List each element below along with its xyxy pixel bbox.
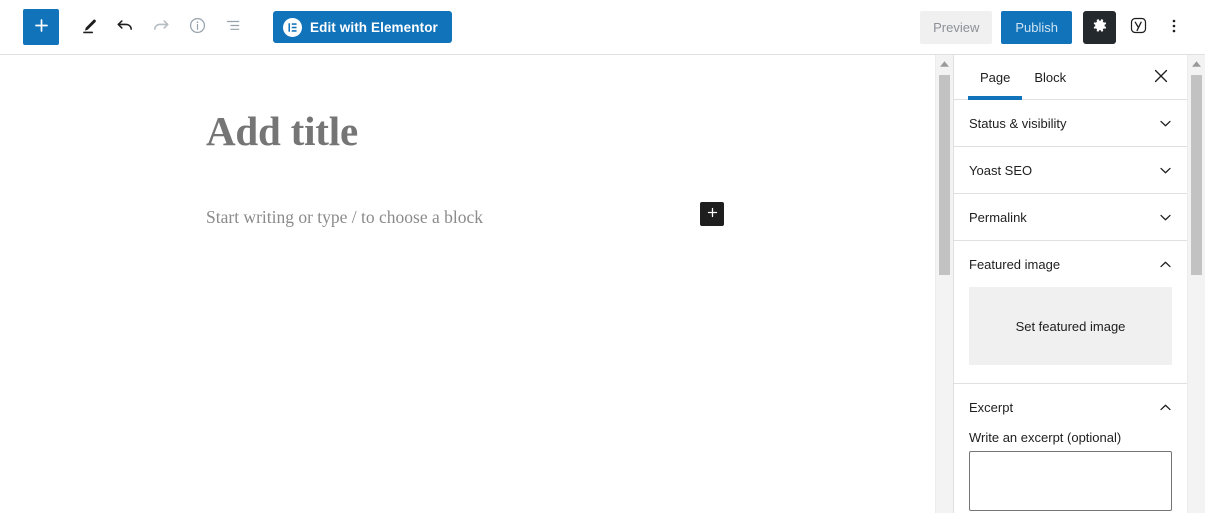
settings-button[interactable] [1083,10,1116,44]
chevron-down-icon [1158,116,1173,131]
default-block-row: Start writing or type / to choose a bloc… [206,202,815,230]
sidebar-scrollbar[interactable] [1187,55,1205,513]
scroll-up-arrow-icon[interactable] [936,55,953,72]
publish-button[interactable]: Publish [1001,10,1072,44]
yoast-seo-button[interactable] [1121,10,1155,44]
post-title-input[interactable]: Add title [206,107,815,156]
panel-featured-image: Featured image Set featured image [954,241,1187,384]
more-options-button[interactable] [1159,10,1189,44]
list-view-icon [224,16,243,38]
panel-excerpt-body: Write an excerpt (optional) [954,430,1187,513]
details-button[interactable] [179,9,215,45]
info-icon [188,16,207,38]
panel-yoast-seo-title: Yoast SEO [969,162,1033,178]
panel-yoast-seo: Yoast SEO [954,147,1187,194]
panel-excerpt-title: Excerpt [969,399,1014,415]
chevron-down-icon [1158,210,1173,225]
sidebar-scrollbar-thumb[interactable] [1191,75,1202,275]
wordpress-block-editor: Edit with Elementor Preview Publish Add … [0,0,1205,513]
close-sidebar-button[interactable] [1147,63,1175,91]
block-appender-button[interactable] [700,202,724,227]
edit-with-elementor-label: Edit with Elementor [310,19,438,35]
excerpt-label: Write an excerpt (optional) [969,430,1122,445]
panel-yoast-seo-header[interactable]: Yoast SEO [954,147,1187,193]
yoast-logo-icon [1128,15,1149,39]
panel-featured-image-title: Featured image [969,256,1061,272]
panel-featured-image-body: Set featured image [954,287,1187,383]
toolbar-right-group: Preview Publish [920,10,1205,44]
panel-permalink-title: Permalink [969,209,1027,225]
editor-toolbar: Edit with Elementor Preview Publish [0,0,1205,55]
undo-button[interactable] [107,9,143,45]
settings-sidebar: Page Block Status & visibility Yoast SEO… [953,55,1187,513]
tab-page[interactable]: Page [968,55,1023,100]
elementor-logo-icon [283,17,302,37]
panel-featured-image-header[interactable]: Featured image [954,241,1187,287]
editor-canvas: Add title Start writing or type / to cho… [0,55,935,513]
redo-arrow-icon [151,16,171,39]
sidebar-tab-bar: Page Block [954,55,1187,100]
editor-scrollbar-thumb[interactable] [939,75,950,275]
block-inserter-button[interactable] [23,9,59,45]
preview-button[interactable]: Preview [920,10,993,44]
close-icon [1154,69,1168,86]
edit-with-elementor-button[interactable]: Edit with Elementor [273,11,452,43]
toolbar-left-group: Edit with Elementor [0,9,452,45]
plus-icon [706,206,719,222]
editor-content: Add title Start writing or type / to cho… [0,55,935,230]
excerpt-input[interactable] [969,451,1172,511]
tools-edit-button[interactable] [71,9,107,45]
panel-status-visibility-header[interactable]: Status & visibility [954,100,1187,146]
paragraph-block-input[interactable]: Start writing or type / to choose a bloc… [206,207,483,228]
editor-scrollbar[interactable] [935,55,953,513]
kebab-menu-icon [1166,18,1182,37]
pencil-icon [80,17,98,38]
set-featured-image-button[interactable]: Set featured image [969,287,1172,365]
panel-permalink: Permalink [954,194,1187,241]
plus-icon [33,17,50,37]
tab-block[interactable]: Block [1022,55,1078,100]
chevron-up-icon [1158,257,1173,272]
panel-excerpt-header[interactable]: Excerpt [954,384,1187,430]
gear-icon [1091,17,1108,37]
panel-status-visibility-title: Status & visibility [969,115,1067,131]
panel-permalink-header[interactable]: Permalink [954,194,1187,240]
undo-arrow-icon [115,16,135,39]
chevron-up-icon [1158,400,1173,415]
redo-button[interactable] [143,9,179,45]
panel-excerpt: Excerpt Write an excerpt (optional) [954,384,1187,513]
panel-status-visibility: Status & visibility [954,100,1187,147]
chevron-down-icon [1158,163,1173,178]
list-view-button[interactable] [215,9,251,45]
scroll-up-arrow-icon[interactable] [1188,55,1205,72]
